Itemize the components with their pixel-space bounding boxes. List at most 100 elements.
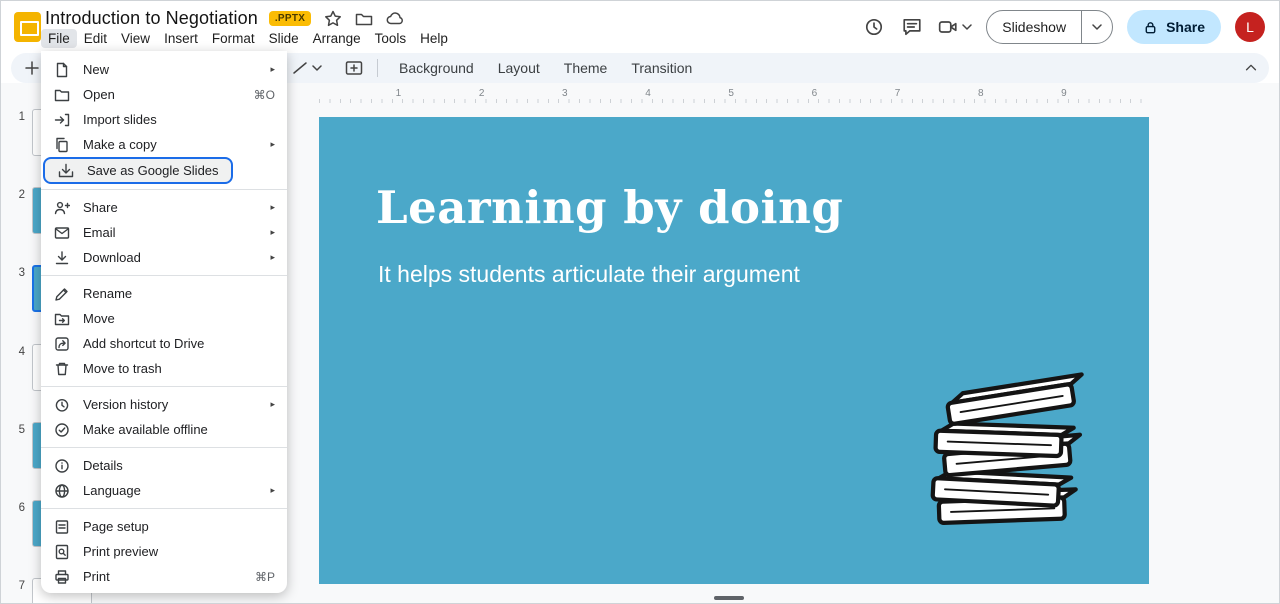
line-tool-icon — [291, 59, 309, 77]
slide-number: 2 — [7, 189, 25, 201]
document-title[interactable]: Introduction to Negotiation — [45, 8, 258, 29]
menubar-insert[interactable]: Insert — [157, 29, 205, 48]
chevron-up-icon — [1243, 60, 1259, 76]
menu-item-details[interactable]: Details — [41, 453, 287, 478]
language-globe-icon — [53, 483, 71, 499]
move-folder-icon[interactable] — [355, 10, 373, 28]
google-slides-app: Introduction to Negotiation .PPTX File E… — [0, 0, 1280, 604]
slides-logo-icon[interactable] — [14, 12, 41, 42]
comment-icon[interactable] — [900, 15, 924, 39]
menu-item-label: Add shortcut to Drive — [83, 336, 275, 351]
slide-number: 1 — [7, 111, 25, 123]
lock-icon — [1143, 20, 1158, 35]
menu-item-version-history[interactable]: Version history ▸ — [41, 392, 287, 417]
submenu-arrow-icon: ▸ — [270, 227, 275, 238]
offline-check-icon — [53, 422, 71, 438]
menubar: File Edit View Insert Format Slide Arran… — [41, 29, 455, 48]
menu-item-move[interactable]: Move — [41, 306, 287, 331]
slideshow-dropdown-button[interactable] — [1082, 24, 1112, 30]
slide-canvas[interactable]: Learning by doing It helps students arti… — [319, 117, 1149, 584]
submenu-arrow-icon: ▸ — [270, 202, 275, 213]
ruler-mark: 1 — [319, 88, 402, 103]
file-menu: New ▸ Open ⌘O Import slides Make a copy … — [41, 51, 287, 593]
version-history-icon — [53, 397, 71, 413]
menu-item-print-preview[interactable]: Print preview — [41, 539, 287, 564]
menu-item-email[interactable]: Email ▸ — [41, 220, 287, 245]
menu-item-page-setup[interactable]: Page setup — [41, 514, 287, 539]
horizontal-ruler: 1 2 3 4 5 6 7 8 9 — [319, 88, 1151, 103]
menubar-file[interactable]: File — [41, 29, 77, 48]
menu-item-open[interactable]: Open ⌘O — [41, 82, 287, 107]
menu-item-share[interactable]: Share ▸ — [41, 195, 287, 220]
camera-icon — [938, 17, 958, 37]
ruler-mark: 7 — [818, 88, 901, 103]
insert-placeholder-button[interactable] — [345, 53, 363, 83]
menubar-arrange[interactable]: Arrange — [306, 29, 368, 48]
ruler-mark: 5 — [652, 88, 735, 103]
menu-item-language[interactable]: Language ▸ — [41, 478, 287, 503]
slide-number: 5 — [7, 424, 25, 436]
menu-item-print[interactable]: Print ⌘P — [41, 564, 287, 589]
slide-title[interactable]: Learning by doing — [376, 181, 843, 234]
menu-divider — [41, 386, 287, 387]
menubar-format[interactable]: Format — [205, 29, 262, 48]
document-status-cloud-icon[interactable] — [386, 10, 404, 28]
menu-item-rename[interactable]: Rename — [41, 281, 287, 306]
menu-divider — [41, 508, 287, 509]
submenu-arrow-icon: ▸ — [270, 139, 275, 150]
menu-divider — [41, 447, 287, 448]
theme-button[interactable]: Theme — [554, 57, 618, 79]
star-icon[interactable] — [324, 10, 342, 28]
horizontal-scrollbar[interactable] — [714, 596, 744, 600]
background-button[interactable]: Background — [389, 57, 484, 79]
menubar-view[interactable]: View — [114, 29, 157, 48]
add-shortcut-to-drive-icon — [53, 336, 71, 352]
menu-item-new[interactable]: New ▸ — [41, 57, 287, 82]
menu-item-label: Make available offline — [83, 422, 275, 437]
menu-divider — [41, 275, 287, 276]
menu-item-label: Open — [83, 87, 242, 102]
menu-item-save-as-google-slides[interactable]: Save as Google Slides — [43, 157, 233, 184]
menu-shortcut: ⌘O — [254, 88, 275, 102]
menu-item-label: Import slides — [83, 112, 275, 127]
menu-item-label: Move — [83, 311, 275, 326]
menu-item-add-shortcut-to-drive[interactable]: Add shortcut to Drive — [41, 331, 287, 356]
title-action-icons — [324, 10, 404, 28]
ruler-mark: 6 — [735, 88, 818, 103]
menu-item-download[interactable]: Download ▸ — [41, 245, 287, 270]
books-illustration[interactable] — [915, 361, 1093, 529]
version-history-icon[interactable] — [862, 15, 886, 39]
share-button[interactable]: Share — [1127, 10, 1221, 44]
layout-button[interactable]: Layout — [488, 57, 550, 79]
chevron-down-icon — [1092, 24, 1102, 30]
ruler-mark: 2 — [402, 88, 485, 103]
menubar-edit[interactable]: Edit — [77, 29, 114, 48]
hide-menus-button[interactable] — [1243, 53, 1259, 83]
menu-item-label: Make a copy — [83, 137, 258, 152]
info-icon — [53, 458, 71, 474]
share-button-label: Share — [1166, 19, 1205, 35]
rename-icon — [53, 286, 71, 302]
account-avatar[interactable]: L — [1235, 12, 1265, 42]
import-slides-icon — [53, 112, 71, 128]
meet-camera-button[interactable] — [938, 17, 972, 37]
menu-item-import-slides[interactable]: Import slides — [41, 107, 287, 132]
menubar-help[interactable]: Help — [413, 29, 455, 48]
line-tool-button[interactable] — [291, 53, 322, 83]
download-icon — [53, 250, 71, 266]
submenu-arrow-icon: ▸ — [270, 252, 275, 263]
menubar-tools[interactable]: Tools — [368, 29, 414, 48]
menu-item-move-to-trash[interactable]: Move to trash — [41, 356, 287, 381]
ruler-mark: 4 — [569, 88, 652, 103]
menubar-slide[interactable]: Slide — [262, 29, 306, 48]
slide-subtitle[interactable]: It helps students articulate their argum… — [378, 261, 800, 288]
new-slide-button[interactable] — [23, 53, 41, 83]
chevron-down-icon — [312, 65, 322, 71]
print-preview-icon — [53, 544, 71, 560]
menu-item-make-available-offline[interactable]: Make available offline — [41, 417, 287, 442]
menu-item-make-a-copy[interactable]: Make a copy ▸ — [41, 132, 287, 157]
slideshow-button[interactable]: Slideshow — [987, 19, 1081, 35]
plus-icon — [23, 59, 41, 77]
pptx-format-badge: .PPTX — [269, 11, 311, 26]
transition-button[interactable]: Transition — [621, 57, 702, 79]
